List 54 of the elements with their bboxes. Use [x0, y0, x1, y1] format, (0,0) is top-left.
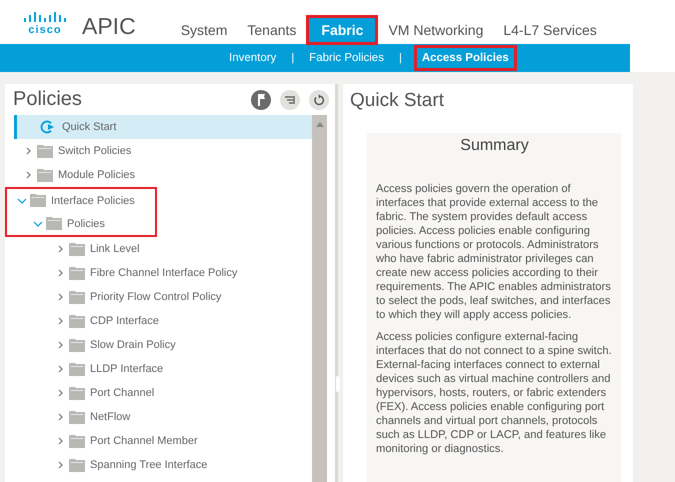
folder-icon — [69, 290, 85, 304]
scrollbar[interactable] — [312, 115, 327, 482]
folder-icon — [46, 217, 62, 230]
tree-item[interactable]: Slow Drain Policy — [14, 333, 312, 357]
tree-item[interactable]: LLDP Interface — [14, 357, 312, 381]
tree-item[interactable]: Spanning Tree Interface — [14, 453, 312, 477]
play-circle-icon — [40, 120, 56, 134]
tree-item[interactable]: Priority Flow Control Policy — [14, 285, 312, 309]
separator: | — [291, 52, 294, 64]
tree-item[interactable]: Quick Start — [14, 115, 312, 139]
nav-tab[interactable]: Fabric — [307, 16, 378, 44]
nav-tab[interactable]: Tenants — [238, 16, 306, 44]
chevron-down-icon[interactable] — [17, 196, 27, 204]
filter-icon[interactable] — [280, 90, 300, 110]
tree-item[interactable]: Interface Policies — [7, 189, 155, 212]
summary-paragraph: Access policies configure external-facing interfaces that do not connect to a spine switch. External-facing interfaces connect to external devices such as virtual machine controllers and hypervisors, hosts, routers, or fabric extenders (FEX). Access policies enable configuring port channels and virtual port channels, protocols such as LLDP, CDP or LACP, and features like monitoring or diagnostics. — [376, 330, 613, 456]
nav-tab[interactable]: System — [172, 16, 236, 44]
panel-title: Policies — [13, 88, 83, 111]
sub-nav-tab[interactable]: Inventory — [226, 47, 280, 69]
app-name: APIC — [82, 12, 136, 40]
tree-item[interactable]: Port Channel — [14, 381, 312, 405]
tree-item[interactable]: Policies — [7, 212, 155, 235]
folder-icon — [69, 386, 85, 400]
sub-nav-tab[interactable]: Access Policies — [416, 47, 515, 69]
tree-item[interactable]: Module Policies — [14, 163, 312, 187]
tree-item[interactable]: NetFlow — [14, 405, 312, 429]
folder-icon — [69, 434, 85, 448]
logo-text: cisco — [28, 24, 62, 36]
folder-icon — [69, 338, 85, 352]
page-title: Quick Start — [350, 90, 445, 112]
tree-item[interactable]: Port Channel Member — [14, 429, 312, 453]
folder-icon — [69, 410, 85, 424]
tree-item[interactable]: Link Level — [14, 237, 312, 261]
folder-icon — [37, 168, 53, 182]
tree-item[interactable]: CDP Interface — [14, 309, 312, 333]
folder-icon — [30, 194, 46, 207]
refresh-icon[interactable] — [309, 90, 329, 110]
folder-icon — [69, 458, 85, 472]
tree-item[interactable]: Switch Policies — [14, 139, 312, 163]
folder-icon — [69, 266, 85, 280]
folder-icon — [69, 314, 85, 328]
summary-paragraph: Access policies govern the operation of interfaces that provide external access to the fabric. The system provides default access policies. Access policies enable configuring various functions or protocols. Administrators who have fabric administrator privileges can create new access policies according to their requirements. The APIC enables administrators to select the pods, leaf switches, and interfaces to which they will apply access policies. — [376, 182, 612, 322]
logo-bars-icon — [23, 10, 67, 24]
nav-tab[interactable]: L4-L7 Services — [494, 16, 606, 44]
folder-icon — [69, 242, 85, 256]
tree-item[interactable]: Fibre Channel Interface Policy — [14, 261, 312, 285]
separator: | — [398, 52, 402, 64]
folder-icon — [37, 144, 53, 158]
chevron-down-icon[interactable] — [33, 220, 43, 228]
sub-nav-tab[interactable]: Fabric Policies — [306, 47, 387, 69]
folder-icon — [69, 362, 85, 376]
flag-icon[interactable] — [251, 90, 271, 110]
summary-title: Summary — [459, 137, 530, 155]
nav-tab[interactable]: VM Networking — [379, 16, 492, 44]
